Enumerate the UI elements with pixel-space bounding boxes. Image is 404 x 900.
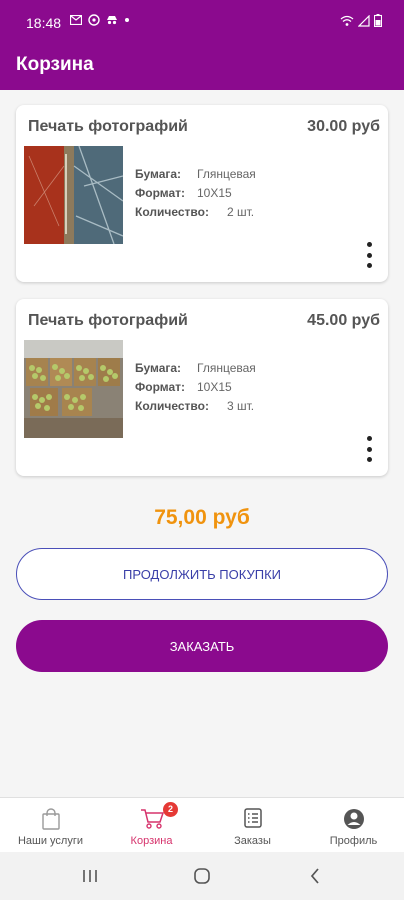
bottom-navigation: Наши услуги 2 Корзина Заказы Профиль bbox=[0, 797, 404, 852]
format-value: 10X15 bbox=[197, 380, 232, 394]
quantity-label: Количество: bbox=[135, 399, 209, 413]
status-system-icons bbox=[340, 14, 382, 27]
format-value: 10X15 bbox=[197, 186, 232, 200]
paper-label: Бумага: bbox=[135, 361, 182, 375]
incognito-icon bbox=[107, 16, 117, 25]
format-label: Формат: bbox=[135, 380, 186, 394]
battery-icon bbox=[374, 14, 382, 27]
quantity-row: Количество: 3 шт. bbox=[135, 397, 256, 416]
whatsapp-icon bbox=[88, 14, 100, 26]
quantity-value: 2 шт. bbox=[227, 205, 255, 219]
cart-item-photo-thumbnail[interactable] bbox=[24, 340, 123, 438]
nav-label: Профиль bbox=[329, 835, 378, 847]
nav-label: Заказы bbox=[234, 835, 271, 847]
nav-item-orders[interactable]: Заказы bbox=[202, 798, 303, 853]
status-notification-icons bbox=[70, 14, 130, 26]
more-vert-icon[interactable] bbox=[363, 242, 375, 268]
list-icon bbox=[243, 808, 262, 828]
cart-item-service: Печать фотографий bbox=[28, 312, 188, 329]
system-navigation-bar bbox=[0, 852, 404, 900]
nav-label: Корзина bbox=[130, 835, 173, 847]
cart-item-card[interactable]: Печать фотографий 45.00 руб Бумага: Глянц… bbox=[16, 299, 388, 476]
cart-count-badge: 2 bbox=[163, 802, 178, 817]
cart-item-price: 30.00 руб bbox=[307, 118, 380, 135]
quantity-label: Количество: bbox=[135, 205, 209, 219]
back-icon[interactable] bbox=[310, 868, 320, 884]
wifi-icon bbox=[340, 15, 354, 26]
format-row: Формат: 10X15 bbox=[135, 378, 256, 397]
order-button[interactable]: ЗАКАЗАТЬ bbox=[16, 620, 388, 672]
nav-item-cart[interactable]: 2 Корзина bbox=[101, 798, 202, 853]
page-title: Корзина bbox=[16, 54, 94, 75]
signal-icon bbox=[358, 14, 370, 27]
cart-item-service: Печать фотографий bbox=[28, 118, 188, 135]
paper-row: Бумага: Глянцевая bbox=[135, 359, 256, 378]
cart-item-price: 45.00 руб bbox=[307, 312, 380, 329]
paper-value: Глянцевая bbox=[197, 361, 256, 375]
format-row: Формат: 10X15 bbox=[135, 184, 256, 203]
cart-item-card[interactable]: Печать фотографий 30.00 руб Бумага: Глянц… bbox=[16, 105, 388, 282]
paper-row: Бумага: Глянцевая bbox=[135, 165, 256, 184]
cart-item-properties: Бумага: Глянцевая Формат: 10X15 Количество… bbox=[135, 165, 256, 222]
status-bar: 18:48 bbox=[0, 0, 404, 46]
continue-shopping-button[interactable]: ПРОДОЛЖИТЬ ПОКУПКИ bbox=[16, 548, 388, 600]
app-bar: Корзина bbox=[0, 46, 404, 90]
cart-icon bbox=[140, 809, 164, 829]
cart-item-properties: Бумага: Глянцевая Формат: 10X15 Количество… bbox=[135, 359, 256, 416]
nav-item-services[interactable]: Наши услуги bbox=[0, 798, 101, 853]
more-vert-icon[interactable] bbox=[363, 436, 375, 462]
mail-icon bbox=[70, 15, 82, 25]
quantity-value: 3 шт. bbox=[227, 399, 255, 413]
dot-icon bbox=[125, 18, 129, 22]
status-time: 18:48 bbox=[26, 15, 62, 31]
recent-apps-icon[interactable] bbox=[82, 869, 98, 883]
paper-value: Глянцевая bbox=[197, 167, 256, 181]
quantity-row: Количество: 2 шт. bbox=[135, 203, 256, 222]
shopping-bag-icon bbox=[41, 808, 60, 830]
nav-item-profile[interactable]: Профиль bbox=[303, 798, 404, 853]
cart-total: 75,00 руб bbox=[154, 506, 250, 529]
account-icon bbox=[343, 809, 364, 829]
format-label: Формат: bbox=[135, 186, 186, 200]
nav-label: Наши услуги bbox=[17, 835, 84, 847]
paper-label: Бумага: bbox=[135, 167, 182, 181]
cart-item-photo-thumbnail[interactable] bbox=[24, 146, 123, 244]
home-icon[interactable] bbox=[194, 868, 210, 884]
